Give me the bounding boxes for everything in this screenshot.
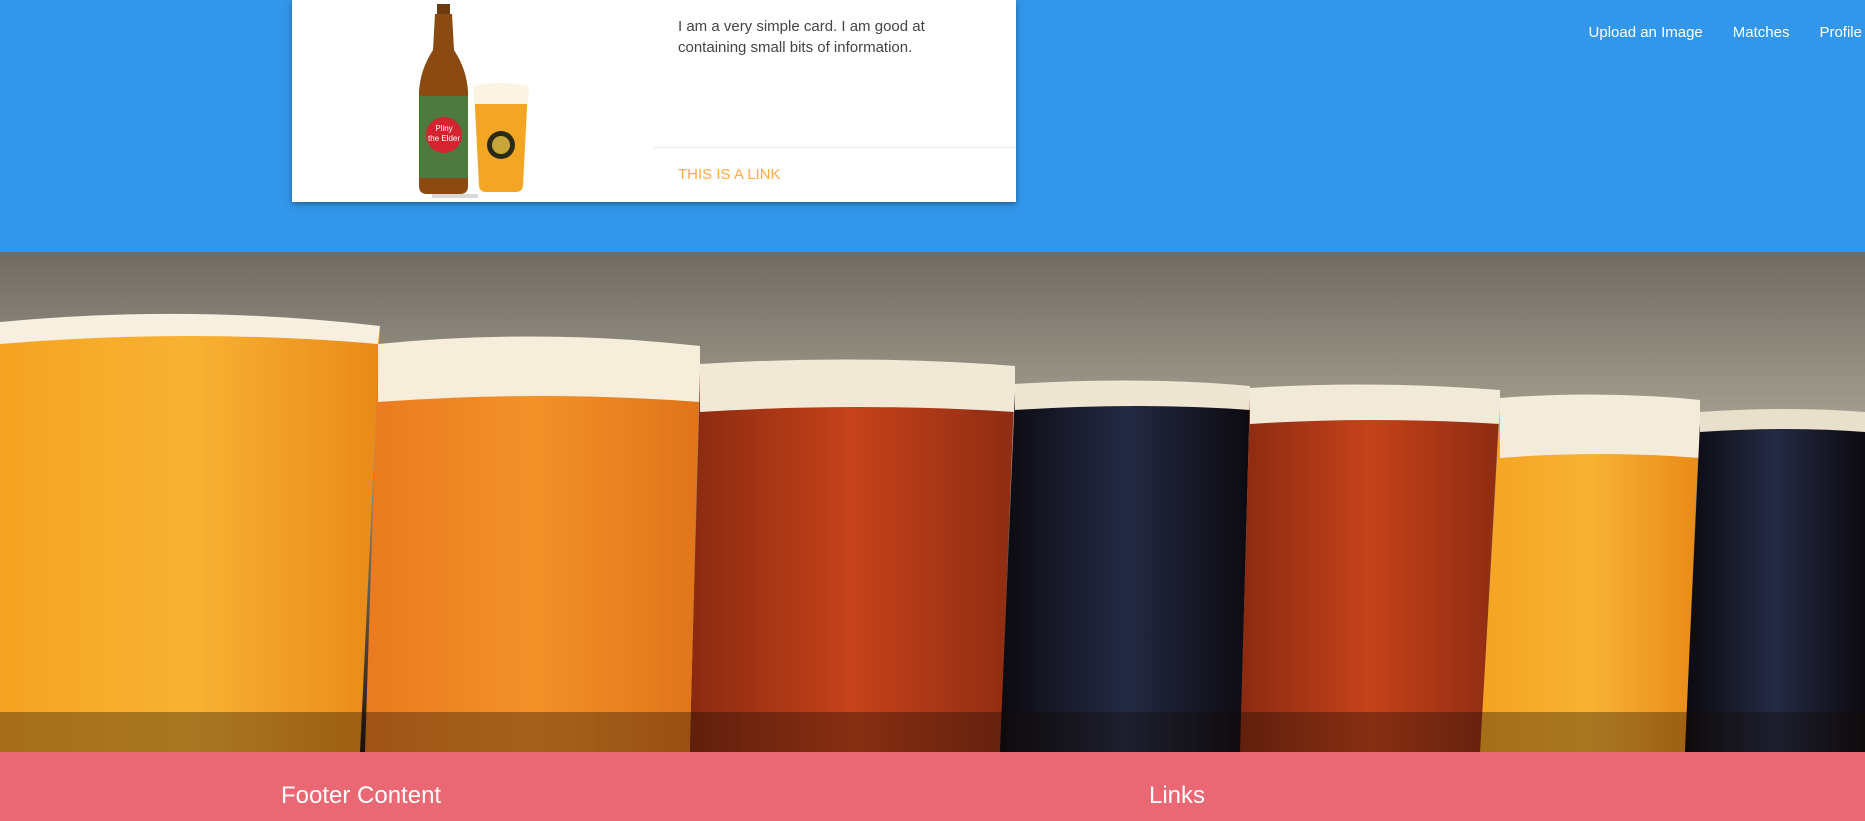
bottle-label-line2: the Elder (428, 134, 460, 143)
card-body: I am a very simple card. I am good at co… (654, 0, 1016, 202)
nav-matches[interactable]: Matches (1733, 24, 1790, 41)
beer-glasses-image (0, 252, 1865, 752)
beer-glasses-banner (0, 252, 1865, 752)
beer-card: Pliny the Elder I am a very simple card.… (292, 0, 1016, 202)
footer-links-title: Links (1149, 782, 1206, 809)
card-action: THIS IS A LINK (654, 147, 1016, 202)
footer-content-title: Footer Content (281, 782, 442, 809)
top-nav: Upload an Image Matches Profile (1589, 20, 1865, 44)
beer-bottle-image: Pliny the Elder (419, 4, 529, 198)
bottle-label-line1: Pliny (435, 124, 452, 133)
nav-profile[interactable]: Profile (1819, 24, 1862, 41)
card-image: Pliny the Elder (292, 0, 654, 202)
page-footer: Footer Content Links (0, 752, 1865, 821)
nav-upload-image[interactable]: Upload an Image (1589, 24, 1703, 41)
card-text: I am a very simple card. I am good at co… (678, 18, 925, 56)
card-link[interactable]: THIS IS A LINK (678, 166, 781, 183)
